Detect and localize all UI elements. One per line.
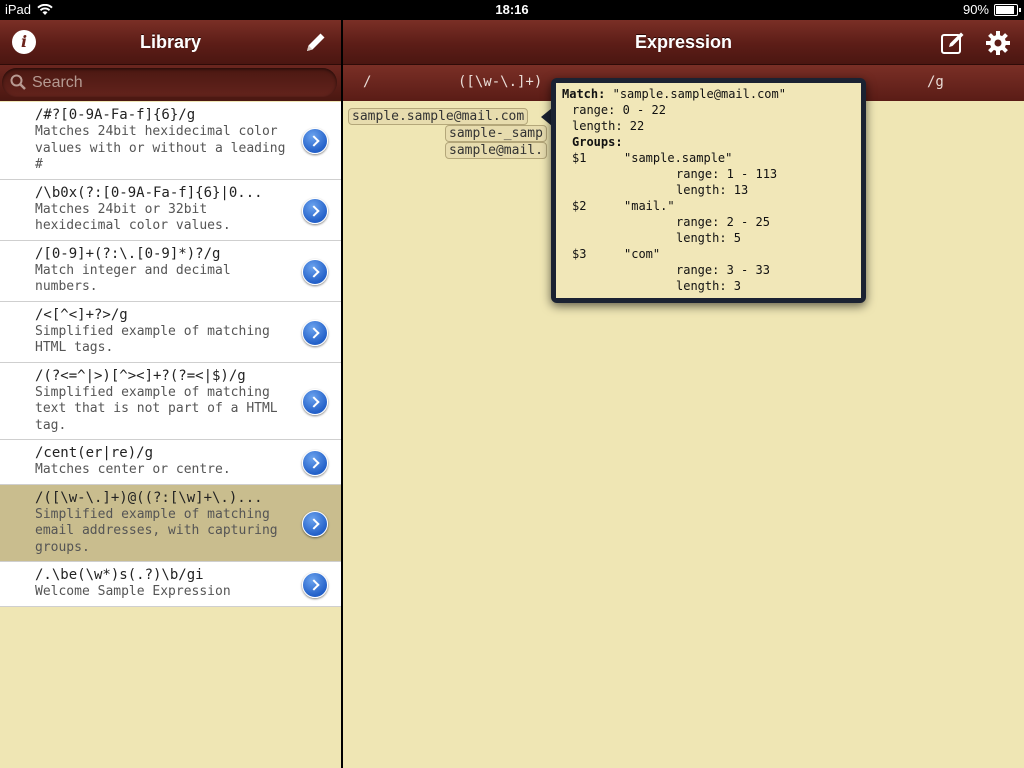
group-range: range: 2 - 25 <box>676 215 770 229</box>
group-length: length: 13 <box>676 183 749 197</box>
list-item-title: /[0-9]+(?:\.[0-9]*)?/g <box>35 245 221 262</box>
battery-icon <box>994 3 1021 16</box>
match-highlight[interactable]: sample@mail. <box>445 142 547 159</box>
group-range: range: 1 - 113 <box>676 167 778 181</box>
list-item[interactable]: /<[^<]+?>/g Simplified example of matchi… <box>0 301 341 363</box>
disclosure-arrow-icon[interactable] <box>302 449 328 476</box>
list-item-description: Matches 24bit hexidecimal color values w… <box>35 124 286 172</box>
library-title: Library <box>139 32 202 52</box>
list-item-title: /#?[0-9A-Fa-f]{6}/g <box>35 107 196 123</box>
list-item-title: /cent(er|re)/g <box>35 445 154 461</box>
list-item-description: Welcome Sample Expression <box>35 584 231 599</box>
search-icon <box>10 74 26 90</box>
disclosure-arrow-icon[interactable] <box>302 197 328 224</box>
disclosure-arrow-icon[interactable] <box>302 571 328 598</box>
match-range: range: 0 - 22 <box>572 103 666 117</box>
list-item-description: Simplified example of matching text that… <box>35 384 278 433</box>
list-item-title: /.\be(\w*)s(.?)\b/gi <box>35 567 204 583</box>
disclosure-arrow-icon[interactable] <box>302 128 328 155</box>
list-item-description: Match integer and decimal numbers. <box>35 262 231 295</box>
expression-title: Expression <box>634 32 733 52</box>
match-highlight[interactable]: sample.sample@mail.com <box>348 108 529 125</box>
gear-icon[interactable] <box>985 30 1011 56</box>
match-length: length: 22 <box>572 119 645 133</box>
list-item-title: /\b0x(?:[0-9A-Fa-f]{6}|0... <box>35 184 263 201</box>
group-value: "sample.sample" <box>624 151 733 165</box>
regex-close-delimiter: /g <box>927 74 944 90</box>
list-item[interactable]: /(?<=^|>)[^><]+?(?=<|$)/g Simplified exa… <box>0 362 341 440</box>
expression-nav-bar: Expression <box>343 20 1024 65</box>
battery-percentage: 90% <box>962 2 989 17</box>
list-item-title: /<[^<]+?>/g <box>35 306 128 323</box>
list-item-description: Simplified example of matching HTML tags… <box>35 323 270 356</box>
list-item-description: Matches 24bit or 32bit hexidecimal color… <box>35 201 231 234</box>
compose-icon[interactable] <box>940 30 966 56</box>
group-value: "com" <box>624 247 661 261</box>
pencil-edit-icon[interactable] <box>304 30 328 54</box>
list-item[interactable]: /[0-9]+(?:\.[0-9]*)?/g Match integer and… <box>0 240 341 302</box>
match-details-popover: Match: "sample.sample@mail.com" range: 0… <box>551 78 866 303</box>
list-item-selected[interactable]: /([\w-\.]+)@((?:[\w]+\.)... Simplified e… <box>0 484 341 562</box>
search-field-container[interactable] <box>2 68 337 97</box>
match-highlight[interactable]: sample-_samp <box>445 125 547 142</box>
status-bar: iPad 18:16 90% <box>0 0 1024 20</box>
group-length: length: 3 <box>676 279 742 293</box>
list-item[interactable]: /cent(er|re)/g Matches center or centre. <box>0 440 341 485</box>
match-label: Match: <box>562 87 606 101</box>
list-item[interactable]: /#?[0-9A-Fa-f]{6}/g Matches 24bit hexide… <box>0 102 341 180</box>
match-details-content: Match: "sample.sample@mail.com" range: 0… <box>556 83 861 298</box>
list-item-description: Matches center or centre. <box>35 462 231 477</box>
list-item[interactable]: /.\be(\w*)s(.?)\b/gi Welcome Sample Expr… <box>0 562 341 607</box>
battery-fill <box>996 5 1014 14</box>
regex-open-delimiter: / <box>363 74 372 90</box>
library-nav-bar: i Library <box>0 20 341 65</box>
groups-label: Groups: <box>572 135 623 149</box>
list-item[interactable]: /\b0x(?:[0-9A-Fa-f]{6}|0... Matches 24bi… <box>0 179 341 241</box>
list-item-title: /(?<=^|>)[^><]+?(?=<|$)/g <box>35 367 246 384</box>
disclosure-arrow-icon[interactable] <box>302 510 328 537</box>
match-value: "sample.sample@mail.com" <box>612 87 786 101</box>
group-id: $2 <box>572 199 587 213</box>
search-input[interactable] <box>30 71 324 95</box>
expression-list: /#?[0-9A-Fa-f]{6}/g Matches 24bit hexide… <box>0 102 341 607</box>
group-id: $1 <box>572 151 587 165</box>
disclosure-arrow-icon[interactable] <box>302 258 328 285</box>
group-range: range: 3 - 33 <box>676 263 770 277</box>
group-length: length: 5 <box>676 231 742 245</box>
list-item-title: /([\w-\.]+)@((?:[\w]+\.)... <box>35 489 263 506</box>
search-bar <box>0 65 341 101</box>
group-value: "mail." <box>624 199 675 213</box>
status-time: 18:16 <box>495 2 529 17</box>
regex-pattern[interactable]: ([\w-\.]+) <box>458 74 542 90</box>
library-panel: i Library /#?[0-9A-Fa-f]{6}/g Matches 24… <box>0 20 341 768</box>
group-id: $3 <box>572 247 587 261</box>
list-item-description: Simplified example of matching email add… <box>35 506 278 555</box>
disclosure-arrow-icon[interactable] <box>302 388 328 415</box>
disclosure-arrow-icon[interactable] <box>302 319 328 346</box>
